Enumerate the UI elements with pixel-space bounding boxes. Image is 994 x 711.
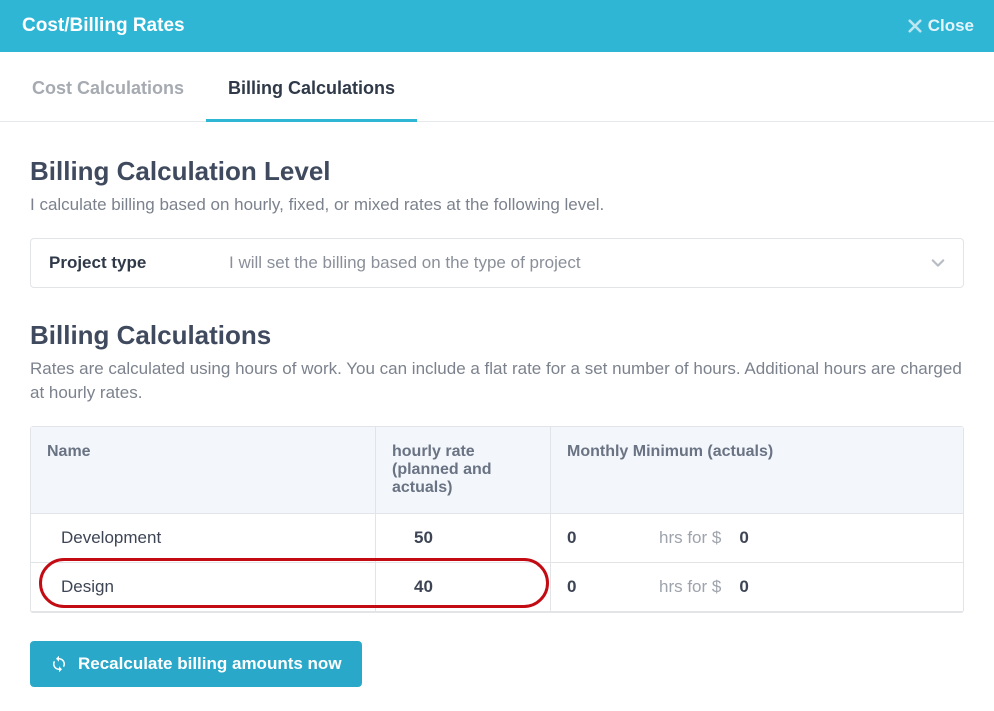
close-icon — [908, 19, 922, 33]
hrs-for-label: hrs for $ — [659, 577, 721, 597]
min-amount[interactable]: 0 — [739, 577, 748, 597]
cell-min: 0 hrs for $ 0 — [551, 514, 963, 562]
select-value: I will set the billing based on the type… — [229, 253, 891, 273]
table-header: Name hourly rate (planned and actuals) M… — [31, 427, 963, 514]
min-hours[interactable]: 0 — [567, 528, 587, 548]
modal-title: Cost/Billing Rates — [22, 15, 185, 37]
close-label: Close — [928, 16, 974, 36]
th-rate: hourly rate (planned and actuals) — [376, 427, 551, 513]
modal-header: Cost/Billing Rates Close — [0, 0, 994, 52]
calc-section-desc: Rates are calculated using hours of work… — [30, 357, 964, 406]
cell-name[interactable]: Design — [31, 563, 376, 611]
th-name: Name — [31, 427, 376, 513]
level-section-desc: I calculate billing based on hourly, fix… — [30, 193, 964, 218]
cell-name[interactable]: Development — [31, 514, 376, 562]
close-button[interactable]: Close — [908, 16, 974, 36]
level-section-title: Billing Calculation Level — [30, 156, 964, 187]
chevron-down-icon — [931, 256, 945, 270]
tab-billing-calculations[interactable]: Billing Calculations — [206, 52, 417, 122]
min-amount[interactable]: 0 — [739, 528, 748, 548]
content: Billing Calculation Level I calculate bi… — [0, 122, 994, 711]
min-hours[interactable]: 0 — [567, 577, 587, 597]
th-min: Monthly Minimum (actuals) — [551, 427, 963, 513]
hrs-for-label: hrs for $ — [659, 528, 721, 548]
select-label: Project type — [49, 253, 189, 273]
refresh-icon — [50, 655, 68, 673]
cell-min: 0 hrs for $ 0 — [551, 563, 963, 611]
table-row: Development 50 0 hrs for $ 0 — [31, 514, 963, 563]
billing-level-select[interactable]: Project type I will set the billing base… — [30, 238, 964, 288]
calc-section-title: Billing Calculations — [30, 320, 964, 351]
cell-rate[interactable]: 40 — [376, 563, 551, 611]
cell-rate[interactable]: 50 — [376, 514, 551, 562]
rates-table: Name hourly rate (planned and actuals) M… — [30, 426, 964, 613]
tabs: Cost Calculations Billing Calculations — [0, 52, 994, 122]
tab-cost-calculations[interactable]: Cost Calculations — [10, 52, 206, 122]
table-row: Design 40 0 hrs for $ 0 — [31, 563, 963, 612]
recalculate-label: Recalculate billing amounts now — [78, 654, 342, 674]
recalculate-button[interactable]: Recalculate billing amounts now — [30, 641, 362, 687]
